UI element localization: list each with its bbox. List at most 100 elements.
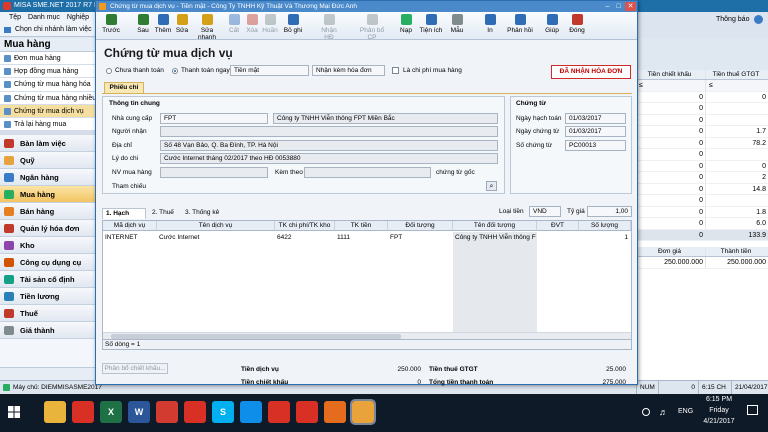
payment-method-select[interactable]: Tiền mặt <box>230 65 309 76</box>
list-row[interactable]: 0 1.8 <box>636 206 768 218</box>
help-icon[interactable] <box>754 15 763 24</box>
tab-accounting[interactable]: 1. Hạch toán <box>102 208 146 227</box>
list-row[interactable]: 0 78.2 <box>636 137 768 149</box>
chrome-icon[interactable] <box>184 401 206 423</box>
language-indicator[interactable]: ENG <box>678 408 693 415</box>
invoice-received-badge[interactable]: ĐÃ NHẬN HÓA ĐƠN <box>551 65 631 79</box>
notification-label[interactable]: Thông báo <box>716 16 749 23</box>
module-item[interactable]: Quỹ <box>0 152 99 170</box>
toolbar-button[interactable]: Sửa nhanh <box>191 14 223 41</box>
network-icon[interactable] <box>642 408 650 416</box>
filter-operator[interactable]: ≤ <box>636 80 706 91</box>
list-row[interactable]: 0 <box>636 114 768 126</box>
misa-icon[interactable] <box>156 401 178 423</box>
grid-cell[interactable]: Công ty TNHH Viễn thông F <box>453 233 537 243</box>
purchase-cost-checkbox[interactable] <box>392 67 399 74</box>
misa-active-icon[interactable] <box>350 399 376 425</box>
grid-column-header[interactable]: TK tiền <box>335 221 388 231</box>
module-item[interactable]: Bàn làm việc <box>0 135 99 153</box>
attachment-field[interactable] <box>304 167 431 178</box>
grid-cell[interactable]: Cước Internet <box>157 233 275 243</box>
toolbar-button[interactable]: Nhận HĐ <box>316 14 342 41</box>
unpaid-radio[interactable] <box>106 68 112 74</box>
tab-tax[interactable]: 2. Thuế <box>149 208 179 219</box>
supplier-code-field[interactable]: FPT <box>160 113 268 124</box>
currency-select[interactable]: VND <box>529 206 561 217</box>
list-row[interactable]: 0 133.9 <box>636 229 768 241</box>
paid-now-radio[interactable] <box>172 68 178 74</box>
volume-icon[interactable]: ♬ <box>659 407 668 417</box>
toolbar-button[interactable]: Cất <box>226 14 242 39</box>
toolbar-button[interactable]: Thêm <box>153 14 173 39</box>
grid-column-header[interactable]: ĐVT <box>537 221 579 231</box>
toolbar-button[interactable]: Tiện ích <box>418 14 444 39</box>
grid-column-header[interactable]: Số lượng <box>579 221 631 231</box>
module-item[interactable]: Bán hàng <box>0 203 99 221</box>
close-button[interactable]: ✕ <box>625 2 636 11</box>
grid-column-header[interactable]: TK chi phí/TK kho <box>275 221 335 231</box>
nav-item[interactable]: Chứng từ mua hàng hóa <box>0 78 99 92</box>
teamviewer-icon[interactable] <box>240 401 262 423</box>
toolbar-button[interactable]: Giúp <box>541 14 563 39</box>
grid-cell[interactable] <box>537 233 579 243</box>
receiver-field[interactable] <box>160 126 498 137</box>
list-row[interactable]: 0 14.8 <box>636 183 768 195</box>
skype-icon[interactable]: S <box>212 401 234 423</box>
misa-sme-icon[interactable] <box>324 401 346 423</box>
module-item[interactable]: Mua hàng <box>0 186 99 204</box>
grid-column-header[interactable]: Mã dịch vụ <box>103 221 157 231</box>
module-item[interactable]: Quản lý hóa đơn <box>0 220 99 238</box>
tab-payment-voucher[interactable]: Phiếu chi <box>104 82 144 93</box>
column-header-price[interactable]: Đơn giá <box>636 247 706 256</box>
list-row[interactable]: 0 <box>636 103 768 115</box>
word-icon[interactable]: W <box>128 401 150 423</box>
module-item[interactable]: Tài sản cố định <box>0 271 99 289</box>
detail-row[interactable]: 250.000.000 250.000.000 <box>636 257 768 269</box>
clock-date[interactable]: 4/21/2017 <box>700 418 738 425</box>
list-row[interactable]: 00 <box>636 160 768 172</box>
grid-cell[interactable]: 1 <box>579 233 631 243</box>
nav-item[interactable]: Hợp đồng mua hàng <box>0 65 99 79</box>
nav-item[interactable]: Chứng từ mua dịch vụ <box>0 104 99 118</box>
list-row[interactable]: 0 <box>636 149 768 161</box>
nav-item[interactable]: Đơn mua hàng <box>0 52 99 66</box>
menu-catalog[interactable]: Danh mục <box>28 14 60 21</box>
list-row[interactable]: 0 6.0 <box>636 218 768 230</box>
grid-cell[interactable]: FPT <box>388 233 453 243</box>
voucher-number-field[interactable]: PC00013 <box>565 140 626 151</box>
list-row[interactable]: 02 <box>636 172 768 184</box>
accounting-date-field[interactable]: 01/03/2017 <box>565 113 626 124</box>
module-item[interactable]: Ngân hàng <box>0 169 99 187</box>
toolbar-button[interactable]: Đóng <box>566 14 588 39</box>
toolbar-button[interactable]: Bỏ ghi <box>281 14 305 39</box>
reason-field[interactable]: Cước Internet tháng 02/2017 theo HĐ 0053… <box>160 153 498 164</box>
supplier-name-field[interactable]: Công ty TNHH Viễn thông FPT Miền Bắc <box>273 113 498 124</box>
list-row[interactable]: 00 <box>636 91 768 103</box>
nav-item[interactable]: Trả lại hàng mua <box>0 117 99 132</box>
grid-cell[interactable]: 1111 <box>335 233 388 243</box>
module-item[interactable]: Công cụ dụng cụ <box>0 254 99 272</box>
minimize-button[interactable]: – <box>602 2 613 11</box>
nav-item[interactable]: Chứng từ mua hàng nhiều h <box>0 91 99 115</box>
chrome-icon[interactable] <box>268 401 290 423</box>
chrome-icon[interactable] <box>72 401 94 423</box>
action-center-icon[interactable] <box>747 405 758 415</box>
address-field[interactable]: Số 48 Vạn Bảo, Q. Ba Đình, TP. Hà Nội <box>160 140 498 151</box>
toolbar-button[interactable]: Trước <box>99 14 123 39</box>
branch-selector[interactable]: Chọn chi nhánh làm việc <box>0 23 100 37</box>
module-item[interactable]: Tiền lương <box>0 288 99 306</box>
list-row[interactable]: 0 <box>636 195 768 207</box>
toolbar-button[interactable]: Sửa <box>173 14 191 39</box>
file-explorer-icon[interactable] <box>44 401 66 423</box>
maximize-button[interactable]: □ <box>613 2 624 11</box>
toolbar-button[interactable]: Nạp <box>397 14 415 39</box>
grid-cell[interactable]: 6422 <box>275 233 335 243</box>
toolbar-button[interactable]: Phản hồi <box>505 14 535 39</box>
toolbar-button[interactable]: In <box>481 14 499 39</box>
column-header-vat[interactable]: Tiền thuế GTGT <box>706 70 768 79</box>
toolbar-button[interactable]: Phân bổ CP <box>355 14 389 41</box>
grid-column-header[interactable]: Đối tượng <box>388 221 453 231</box>
menu-file[interactable]: Tệp <box>9 14 21 21</box>
buyer-staff-field[interactable] <box>160 167 268 178</box>
invoice-option-select[interactable]: Nhận kèm hóa đơn <box>312 65 385 76</box>
